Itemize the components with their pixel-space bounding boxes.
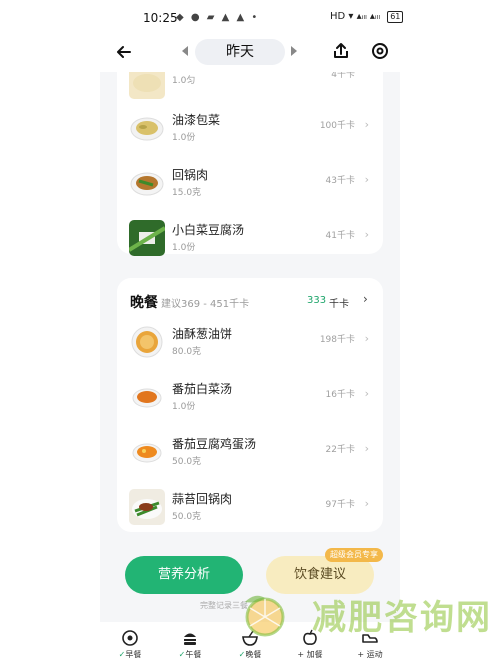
dinner-card: 晚餐 建议369 - 451千卡 333 千卡 › 油酥葱油饼 80.0克 19…	[117, 278, 383, 532]
top-nav: 昨天	[0, 36, 500, 72]
food-name: 番茄豆腐鸡蛋汤	[172, 437, 257, 451]
food-calories: 41千卡	[325, 231, 355, 241]
bowl-icon	[242, 630, 258, 646]
date-selector[interactable]: 昨天	[195, 39, 285, 65]
tab-breakfast[interactable]: ✓早餐	[100, 624, 160, 664]
tab-dinner[interactable]: ✓晚餐	[220, 624, 280, 664]
food-thumbnail	[129, 72, 165, 99]
next-day-icon[interactable]	[291, 46, 297, 56]
status-app-icons: ◆ ● ▰ ▲ ▲ •	[176, 12, 260, 23]
food-quantity: 80.0克	[172, 347, 202, 357]
chevron-right-icon: ›	[364, 173, 369, 186]
food-thumbnail	[129, 379, 165, 415]
food-calories: 97千卡	[325, 500, 355, 510]
food-thumbnail	[129, 324, 165, 360]
chevron-right-icon: ›	[364, 228, 369, 241]
share-icon[interactable]	[331, 41, 351, 61]
meal-title: 晚餐	[130, 295, 158, 311]
signal-icons: HD ▾ ▴ᵢₗₗ ▴ᵢₗₗ	[330, 11, 381, 22]
food-quantity: 50.0克	[172, 457, 202, 467]
status-time: 10:25	[143, 11, 178, 25]
tab-snack[interactable]: + 加餐	[280, 624, 340, 664]
food-name: 回锅肉	[172, 168, 209, 182]
chevron-right-icon: ›	[364, 332, 369, 345]
tab-label: + 运动	[357, 650, 383, 659]
food-calories: 4千卡	[331, 72, 355, 80]
list-item[interactable]: 油漆包菜 1.0份 100千卡 ›	[117, 104, 383, 159]
food-name: 番茄白菜汤	[172, 382, 233, 396]
burger-icon	[184, 633, 196, 645]
status-indicators: HD ▾ ▴ᵢₗₗ ▴ᵢₗₗ 61	[330, 11, 404, 23]
footer-note: 完整记录三餐	[200, 601, 248, 610]
calorie-suggestion: 建议369 - 451千卡	[161, 299, 250, 310]
food-thumbnail	[129, 220, 165, 256]
food-thumbnail	[129, 110, 165, 146]
chevron-right-icon: ›	[364, 497, 369, 510]
apple-icon	[303, 629, 317, 645]
battery-icon: 61	[387, 11, 404, 23]
shoe-icon	[362, 634, 378, 643]
chevron-right-icon: ›	[364, 442, 369, 455]
food-thumbnail	[129, 165, 165, 201]
food-name: 油酥葱油饼	[172, 327, 233, 341]
chevron-right-icon: ›	[364, 118, 369, 131]
list-item[interactable]: 番茄豆腐鸡蛋汤 50.0克 22千卡 ›	[117, 428, 383, 483]
tab-exercise[interactable]: + 运动	[340, 624, 400, 664]
food-calories: 43千卡	[325, 176, 355, 186]
tab-label: 午餐	[185, 650, 202, 659]
calorie-total: 333	[307, 295, 327, 306]
food-quantity: 1.0份	[172, 133, 196, 143]
food-name: 小白菜豆腐汤	[172, 223, 245, 237]
list-item[interactable]: 回锅肉 15.0克 43千卡 ›	[117, 159, 383, 214]
settings-icon[interactable]	[370, 41, 390, 61]
food-calories: 198千卡	[319, 335, 355, 345]
vip-badge: 超级会员专享	[325, 548, 383, 562]
food-calories: 22千卡	[325, 445, 355, 455]
food-thumbnail	[129, 489, 165, 525]
list-item[interactable]: 油酥葱油饼 80.0克 198千卡 ›	[117, 318, 383, 373]
meal-list-panel: 1.0匀 4千卡 油漆包菜 1.0份 100千卡 › 回锅肉 15.0克 43千…	[100, 72, 400, 622]
lunch-card: 1.0匀 4千卡 油漆包菜 1.0份 100千卡 › 回锅肉 15.0克 43千…	[117, 72, 383, 256]
chevron-right-icon: ›	[364, 387, 369, 400]
food-calories: 100千卡	[319, 121, 355, 131]
food-name: 蒜苔回锅肉	[172, 492, 233, 506]
list-item[interactable]: 小白菜豆腐汤 1.0份 41千卡 ›	[117, 214, 383, 269]
back-arrow-icon[interactable]	[114, 42, 134, 62]
prev-day-icon[interactable]	[182, 46, 188, 56]
food-quantity: 50.0克	[172, 512, 202, 522]
list-item[interactable]: 番茄白菜汤 1.0份 16千卡 ›	[117, 373, 383, 428]
food-name: 油漆包菜	[172, 113, 221, 127]
food-calories: 16千卡	[325, 390, 355, 400]
food-quantity: 1.0匀	[172, 76, 196, 86]
status-bar: 10:25 ◆ ● ▰ ▲ ▲ • HD ▾ ▴ᵢₗₗ ▴ᵢₗₗ 61	[0, 0, 500, 36]
tab-label: + 加餐	[297, 650, 323, 659]
bottom-tab-bar: ✓早餐 ✓午餐 ✓晚餐 + 加餐 + 运动	[100, 622, 400, 666]
list-item[interactable]: 蒜苔回锅肉 50.0克 97千卡 ›	[117, 483, 383, 538]
tab-lunch[interactable]: ✓午餐	[160, 624, 220, 664]
tab-label: 早餐	[125, 650, 142, 659]
nutrition-analysis-button[interactable]: 营养分析	[125, 556, 243, 594]
food-quantity: 1.0份	[172, 243, 196, 253]
breakfast-icon	[122, 630, 138, 646]
tab-label: 晚餐	[245, 650, 262, 659]
chevron-right-icon: ›	[363, 292, 368, 306]
food-thumbnail	[129, 434, 165, 470]
food-quantity: 1.0份	[172, 402, 196, 412]
calorie-unit: 千卡	[329, 299, 349, 310]
food-quantity: 15.0克	[172, 188, 202, 198]
dinner-header[interactable]: 晚餐 建议369 - 451千卡 333 千卡 ›	[117, 278, 383, 318]
